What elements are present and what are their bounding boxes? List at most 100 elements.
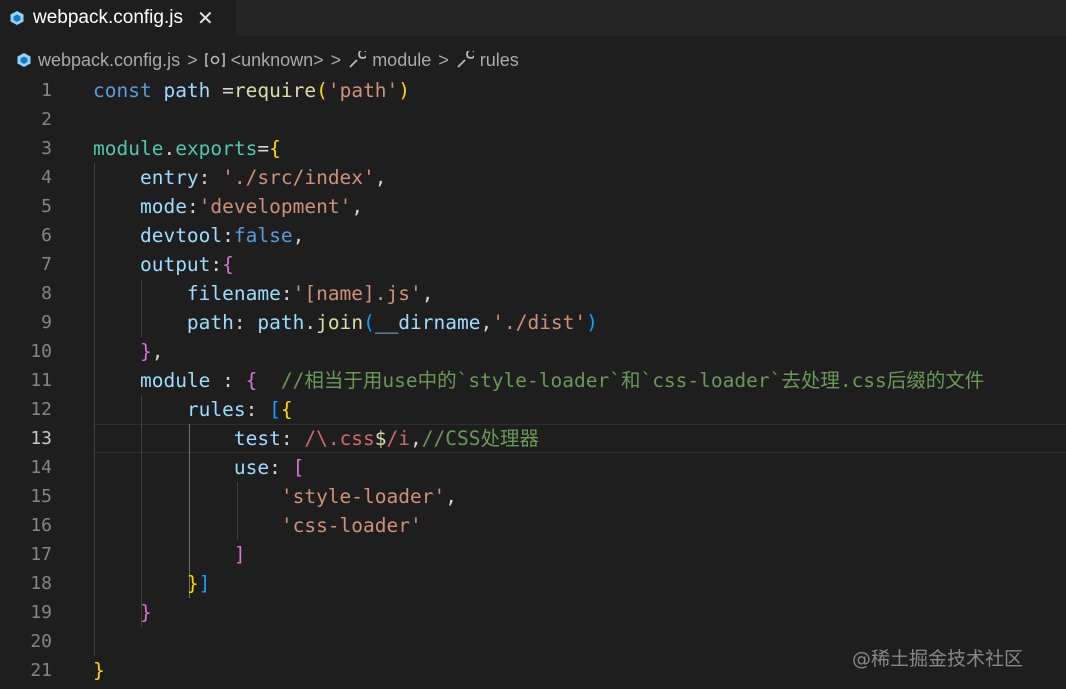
tab-webpack-config[interactable]: webpack.config.js ✕ bbox=[0, 0, 236, 36]
code-line[interactable]: 9 path: path.join(__dirname,'./dist') bbox=[0, 308, 1066, 337]
code-line[interactable]: 4 entry: './src/index', bbox=[0, 163, 1066, 192]
code-token: , bbox=[480, 311, 493, 334]
code-token: , bbox=[292, 224, 305, 247]
code-token: /\.css bbox=[304, 427, 375, 450]
line-number: 16 bbox=[30, 515, 52, 536]
code-line[interactable]: 3 module.exports={ bbox=[0, 134, 1066, 163]
code-text: test: /\.css$/i,//CSS处理器 bbox=[93, 424, 539, 453]
code-token: $ bbox=[374, 427, 387, 450]
code-token: rules bbox=[186, 398, 246, 421]
code-token: [ bbox=[269, 398, 281, 421]
code-token: : bbox=[269, 456, 293, 479]
code-token: ) bbox=[586, 311, 598, 334]
code-token: : bbox=[280, 282, 293, 305]
code-token: devtool bbox=[139, 224, 223, 247]
breadcrumb-file[interactable]: webpack.config.js bbox=[16, 50, 180, 71]
code-text: 'css-loader' bbox=[93, 511, 422, 540]
code-token: filename bbox=[186, 282, 281, 305]
code-token: exports bbox=[175, 137, 258, 160]
breadcrumb-unknown[interactable]: <unknown> bbox=[204, 50, 324, 71]
code-token: output bbox=[139, 253, 211, 276]
code-line[interactable]: 19 } bbox=[0, 598, 1066, 627]
line-number: 7 bbox=[41, 254, 52, 275]
code-token: , bbox=[410, 427, 422, 450]
code-line[interactable]: 13 test: /\.css$/i,//CSS处理器 bbox=[0, 424, 1066, 453]
code-token: ) bbox=[398, 79, 411, 102]
code-token: , bbox=[374, 166, 387, 189]
code-line[interactable]: 12 rules: [{ bbox=[0, 395, 1066, 424]
close-icon[interactable]: ✕ bbox=[197, 8, 214, 28]
code-line[interactable]: 7 output:{ bbox=[0, 250, 1066, 279]
code-token: test bbox=[233, 427, 281, 450]
code-token: const bbox=[93, 79, 164, 102]
line-number: 2 bbox=[41, 109, 52, 130]
line-number: 14 bbox=[30, 457, 52, 478]
code-token: { bbox=[245, 369, 258, 392]
code-token: , bbox=[351, 195, 364, 218]
line-number: 8 bbox=[41, 283, 52, 304]
code-token: } bbox=[93, 659, 105, 682]
code-token: 'css-loader' bbox=[280, 514, 422, 537]
code-line[interactable]: 2 bbox=[0, 105, 1066, 134]
code-line[interactable]: 1 const path =require('path') bbox=[0, 76, 1066, 105]
code-line[interactable]: 10 }, bbox=[0, 337, 1066, 366]
code-token: , bbox=[151, 340, 164, 363]
code-token: } bbox=[139, 340, 152, 363]
code-token: './src/index' bbox=[222, 166, 375, 189]
code-token: __dirname bbox=[374, 311, 481, 334]
code-token: //CSS处理器 bbox=[421, 427, 539, 450]
code-line[interactable]: 17 ] bbox=[0, 540, 1066, 569]
breadcrumb-module[interactable]: module bbox=[348, 50, 431, 71]
tab-label: webpack.config.js bbox=[33, 7, 183, 28]
code-token: mode bbox=[139, 195, 187, 218]
code-text: }, bbox=[93, 337, 164, 366]
code-line[interactable]: 14 use: [ bbox=[0, 453, 1066, 482]
code-token: : bbox=[210, 369, 246, 392]
code-line[interactable]: 6 devtool:false, bbox=[0, 221, 1066, 250]
code-line[interactable]: 11 module : { //相当于用use中的`style-loader`和… bbox=[0, 366, 1066, 395]
code-token: ( bbox=[363, 311, 375, 334]
line-number: 5 bbox=[41, 196, 52, 217]
line-number: 21 bbox=[30, 660, 52, 681]
code-token: '[name].js' bbox=[292, 282, 422, 305]
code-token: module bbox=[139, 369, 211, 392]
code-token: ( bbox=[316, 79, 328, 102]
code-token: { bbox=[222, 253, 234, 276]
code-text: ] bbox=[93, 540, 246, 569]
code-line[interactable]: 8 filename:'[name].js', bbox=[0, 279, 1066, 308]
code-token: 'development' bbox=[198, 195, 352, 218]
line-number: 15 bbox=[30, 486, 52, 507]
chevron-right-icon: > bbox=[187, 49, 198, 70]
code-line[interactable]: 16 'css-loader' bbox=[0, 511, 1066, 540]
code-token: : bbox=[280, 427, 305, 450]
code-token: //相当于用use中的`style-loader`和`css-loader`去处… bbox=[280, 369, 985, 392]
code-line[interactable]: 15 'style-loader', bbox=[0, 482, 1066, 511]
webpack-file-icon bbox=[10, 11, 24, 25]
breadcrumb-rules-label: rules bbox=[479, 49, 519, 70]
module-symbol-icon bbox=[204, 53, 225, 67]
code-text: path: path.join(__dirname,'./dist') bbox=[93, 308, 598, 337]
code-token: './dist' bbox=[492, 311, 587, 334]
line-number: 18 bbox=[30, 573, 52, 594]
code-token: , bbox=[445, 485, 457, 508]
line-number: 4 bbox=[41, 167, 52, 188]
code-token: : bbox=[233, 311, 258, 334]
breadcrumb-rules[interactable]: rules bbox=[456, 50, 519, 71]
code-line[interactable]: 18 }] bbox=[0, 569, 1066, 598]
code-token: module bbox=[93, 137, 164, 160]
chevron-right-icon: > bbox=[438, 49, 449, 70]
webpack-file-icon bbox=[17, 53, 31, 67]
code-line[interactable]: 5 mode:'development', bbox=[0, 192, 1066, 221]
code-text: }] bbox=[93, 569, 211, 598]
code-token: path bbox=[186, 311, 234, 334]
line-number: 1 bbox=[41, 80, 52, 101]
